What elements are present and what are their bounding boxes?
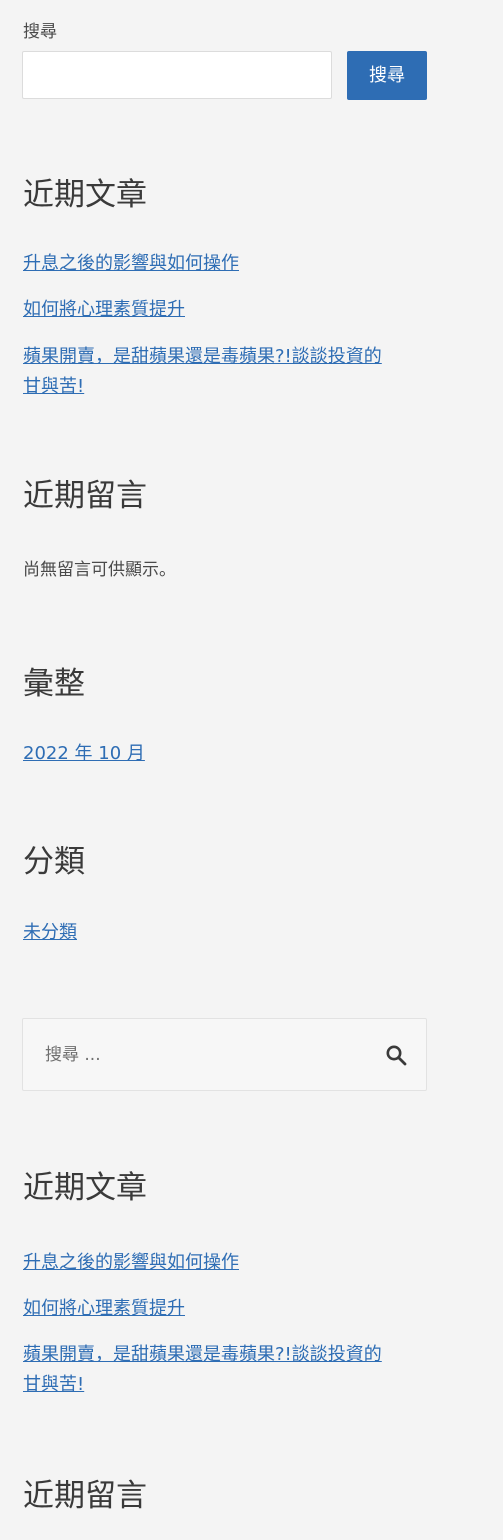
recent-post-link[interactable]: 如何將心理素質提升 bbox=[23, 1294, 433, 1324]
categories-heading: 分類 bbox=[23, 844, 85, 880]
search-icon[interactable] bbox=[384, 1043, 408, 1067]
recent-posts-heading: 近期文章 bbox=[23, 177, 147, 213]
recent-post-link-continuation[interactable]: 甘與苦! bbox=[23, 1370, 433, 1400]
archive-link[interactable]: 2022 年 10 月 bbox=[23, 739, 433, 769]
recent-post-link-continuation[interactable]: 甘與苦! bbox=[23, 372, 433, 402]
search-input[interactable] bbox=[22, 51, 332, 99]
category-link[interactable]: 未分類 bbox=[23, 918, 433, 948]
search-placeholder: 搜尋 ... bbox=[45, 1045, 101, 1065]
recent-post-link[interactable]: 蘋果開賣，是甜蘋果還是毒蘋果?!談談投資的 bbox=[23, 1340, 433, 1370]
no-comments-text: 尚無留言可供顯示。 bbox=[23, 560, 176, 580]
recent-comments-heading: 近期留言 bbox=[23, 478, 147, 514]
search-button[interactable]: 搜尋 bbox=[347, 51, 427, 100]
recent-post-link[interactable]: 升息之後的影響與如何操作 bbox=[23, 1248, 433, 1278]
recent-posts-heading: 近期文章 bbox=[23, 1170, 147, 1206]
recent-post-link[interactable]: 如何將心理素質提升 bbox=[23, 295, 433, 325]
search-label: 搜尋 bbox=[23, 22, 57, 42]
recent-comments-heading: 近期留言 bbox=[23, 1478, 147, 1514]
recent-post-link[interactable]: 蘋果開賣，是甜蘋果還是毒蘋果?!談談投資的 bbox=[23, 342, 433, 372]
archives-heading: 彙整 bbox=[23, 666, 85, 702]
recent-post-link[interactable]: 升息之後的影響與如何操作 bbox=[23, 249, 433, 279]
